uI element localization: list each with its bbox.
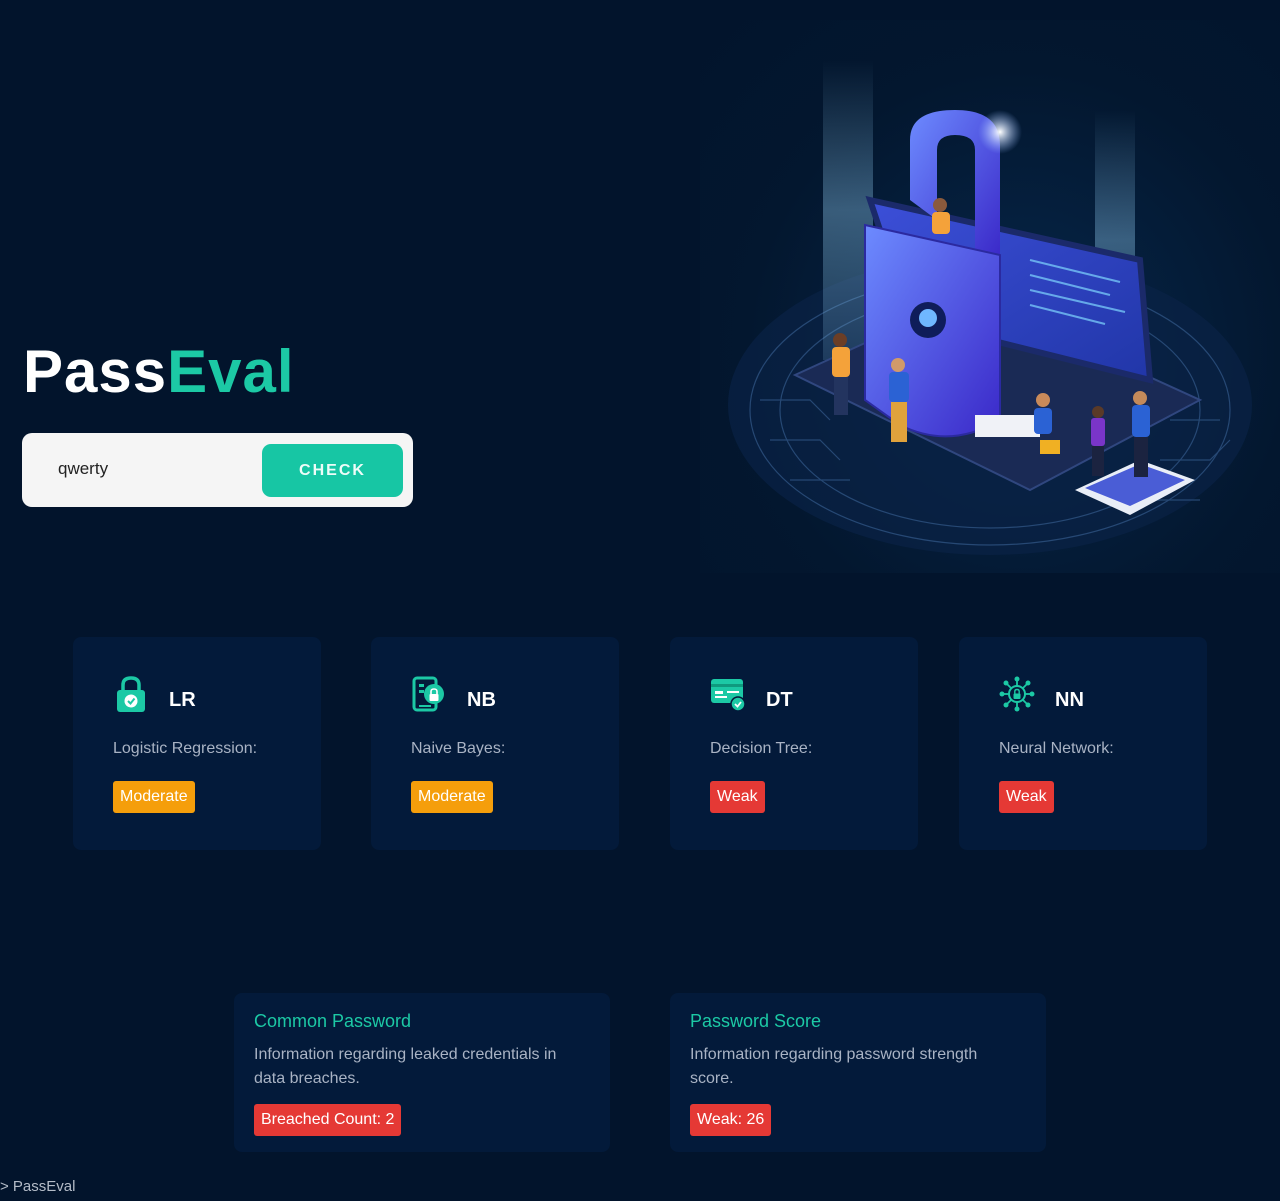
card-description: Information regarding password strength … xyxy=(690,1046,978,1087)
model-abbr: NB xyxy=(467,689,496,711)
strength-badge: Moderate xyxy=(411,781,493,813)
lock-check-icon xyxy=(117,676,145,712)
model-card-nn: NN Neural Network: Weak xyxy=(959,637,1207,850)
password-score-card: Password Score Information regarding pas… xyxy=(670,993,1046,1152)
footer-breadcrumb: > PassEval xyxy=(0,1178,76,1195)
model-card-dt: DT Decision Tree: Weak xyxy=(670,637,918,850)
model-card-lr: LR Logistic Regression: Moderate xyxy=(73,637,321,850)
phone-lock-icon xyxy=(412,676,444,712)
score-badge: Weak: 26 xyxy=(690,1104,772,1136)
network-lock-icon xyxy=(999,676,1035,712)
model-card-nb: NB Naive Bayes: Moderate xyxy=(371,637,619,850)
card-description: Information regarding leaked credentials… xyxy=(254,1046,557,1087)
page: PassEval CHECK xyxy=(0,0,1280,1201)
model-name: Neural Network: xyxy=(999,740,1114,757)
security-illustration xyxy=(728,60,1252,555)
strength-badge: Weak xyxy=(999,781,1054,813)
password-check-form: CHECK xyxy=(22,433,413,507)
model-name: Decision Tree: xyxy=(710,740,813,757)
model-abbr: LR xyxy=(169,689,196,711)
logo-part-pass: Pass xyxy=(23,338,168,405)
password-input[interactable] xyxy=(52,451,252,487)
strength-badge: Weak xyxy=(710,781,765,813)
model-abbr: NN xyxy=(1055,689,1084,711)
card-title: Common Password xyxy=(254,1011,412,1031)
logo-part-eval: Eval xyxy=(167,338,295,405)
light-glow xyxy=(978,110,1022,154)
app-logo: PassEval xyxy=(23,336,295,408)
model-abbr: DT xyxy=(766,689,793,711)
common-password-card: Common Password Information regarding le… xyxy=(234,993,610,1152)
card-title: Password Score xyxy=(690,1011,822,1031)
breached-count-badge: Breached Count: 2 xyxy=(254,1104,402,1136)
keyhole-user xyxy=(919,309,937,327)
model-name: Naive Bayes: xyxy=(411,740,506,757)
model-name: Logistic Regression: xyxy=(113,740,258,757)
check-button[interactable]: CHECK xyxy=(262,444,403,497)
hero-illustration xyxy=(700,20,1280,573)
credential-card-icon xyxy=(711,679,746,712)
strength-badge: Moderate xyxy=(113,781,195,813)
